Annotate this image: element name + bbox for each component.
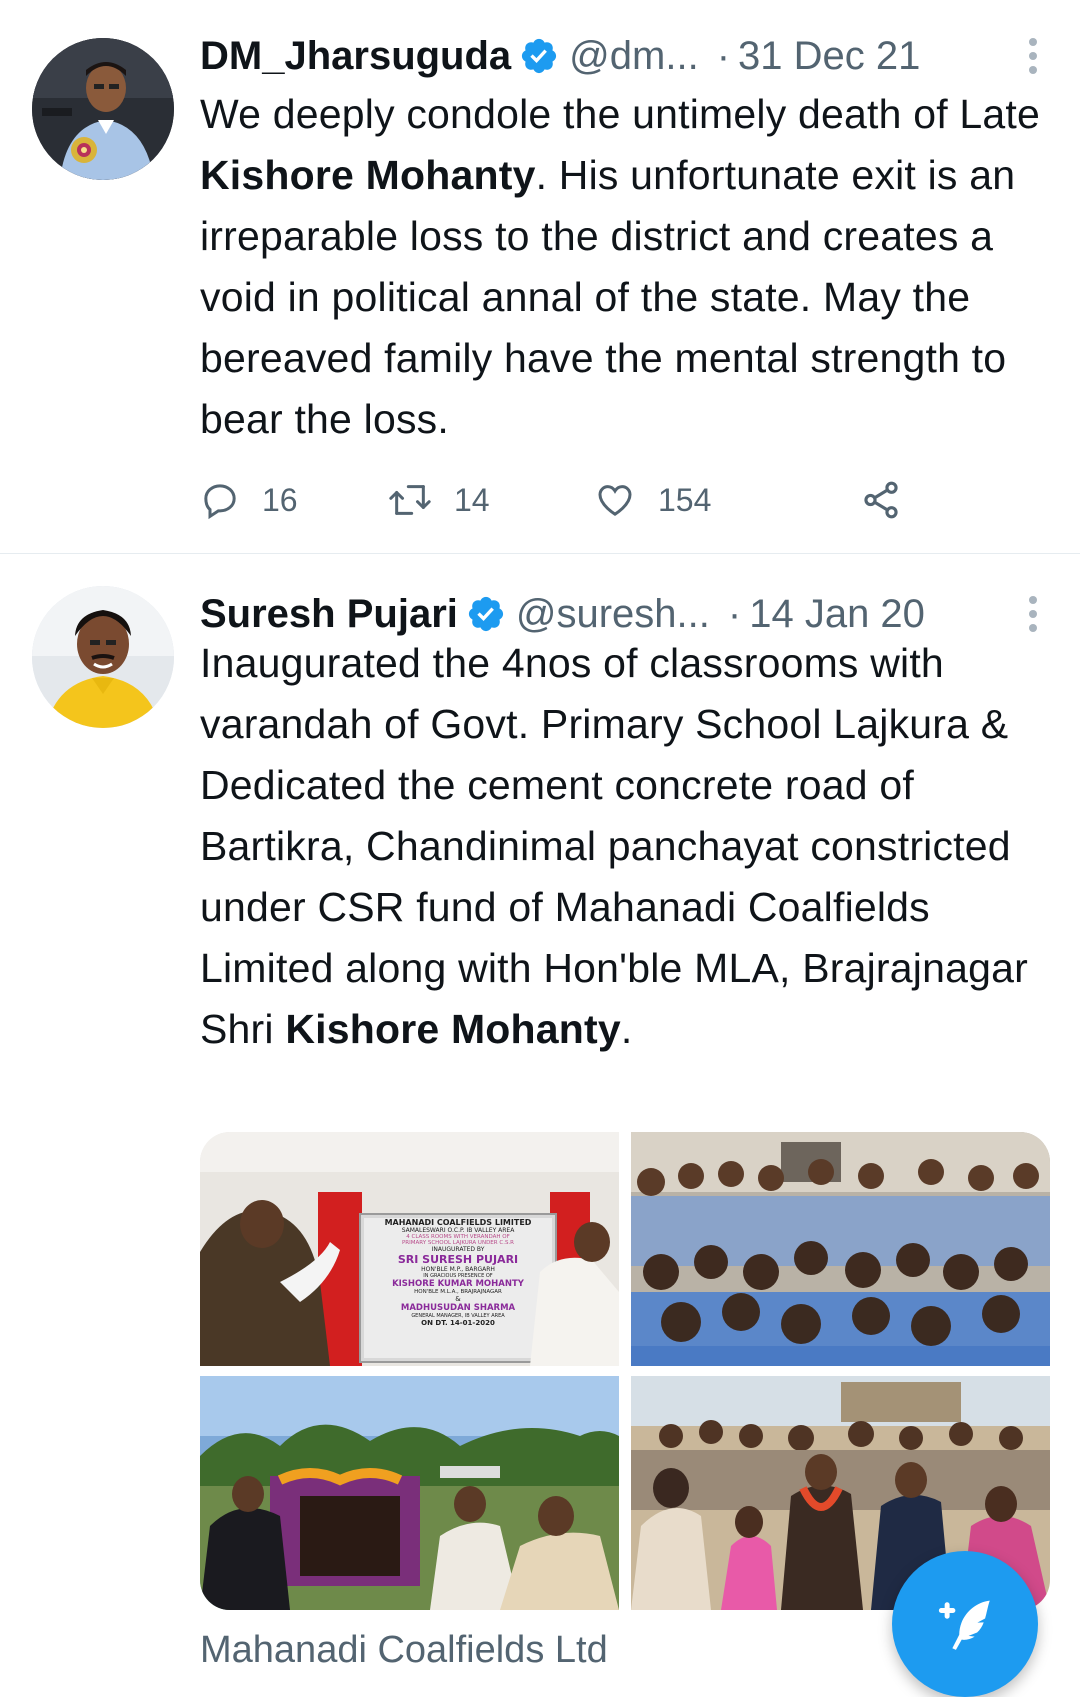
retweet-count: 14 — [454, 481, 490, 518]
tweet-date[interactable]: 14 Jan 20 — [749, 592, 925, 637]
retweet-button[interactable]: 14 — [388, 475, 490, 525]
verified-badge-icon — [468, 596, 503, 632]
reply-button[interactable]: 16 — [200, 475, 298, 525]
plaque-line: MADHUSUDAN SHARMA — [400, 1303, 516, 1313]
author-name[interactable]: DM_Jharsuguda — [200, 34, 511, 79]
like-count: 154 — [658, 481, 712, 518]
author-handle[interactable]: @suresh... — [516, 592, 710, 637]
photo-plaque-unveiling[interactable]: MAHANADI COALFIELDS LIMITED SAMALESWARI … — [200, 1132, 619, 1366]
author-name[interactable]: Suresh Pujari — [200, 592, 458, 637]
avatar[interactable] — [32, 38, 174, 180]
tweet-text: Inaugurated the 4nos of classrooms with … — [200, 640, 1028, 1052]
photo-school-children[interactable] — [631, 1132, 1050, 1366]
avatar[interactable] — [32, 586, 174, 728]
compose-tweet-button[interactable] — [892, 1551, 1038, 1697]
plaque-line: MAHANADI COALFIELDS LIMITED — [384, 1218, 532, 1227]
tweet-header: DM_Jharsuguda @dm... · 31 Dec 21 — [200, 26, 1040, 86]
verified-badge-icon — [522, 38, 557, 74]
tweet-dm-jharsuguda[interactable]: DM_Jharsuguda @dm... · 31 Dec 21 We deep… — [0, 0, 1080, 554]
plaque-line: & — [455, 1295, 461, 1303]
tweet-text: We deeply condole the untimely death of … — [200, 91, 1040, 442]
plaque-line: SRI SURESH PUJARI — [397, 1253, 519, 1266]
heart-icon — [598, 485, 632, 516]
plaque-line: KISHORE KUMAR MOHANTY — [392, 1279, 524, 1289]
retweet-icon — [389, 485, 431, 515]
plaque-line: SAMALESWARI O.C.P. IB VALLEY AREA — [401, 1227, 515, 1234]
plaque-line: ON DT. 14-01-2020 — [421, 1319, 495, 1327]
separator-dot: · — [727, 591, 742, 636]
separator-dot: · — [716, 33, 731, 78]
share-icon — [864, 481, 898, 519]
photo-road-plaque[interactable] — [200, 1376, 619, 1610]
avatar-photo — [32, 38, 174, 180]
tweet-actions: 16 14 154 — [200, 475, 920, 525]
reply-count: 16 — [262, 481, 298, 518]
tweet-suresh-pujari[interactable]: Suresh Pujari @suresh... · 14 Jan 20 Ina… — [0, 554, 1080, 1694]
source-label[interactable]: Mahanadi Coalfields Ltd — [200, 1629, 608, 1672]
plaque-line: HON'BLE M.P., BARGARH — [421, 1266, 495, 1273]
share-button[interactable] — [860, 475, 924, 525]
media-grid: MAHANADI COALFIELDS LIMITED SAMALESWARI … — [200, 1132, 1050, 1610]
author-handle[interactable]: @dm... — [569, 34, 699, 79]
like-button[interactable]: 154 — [594, 475, 711, 525]
reply-icon — [204, 484, 236, 520]
bold-mention: Kishore Mohanty — [285, 1006, 621, 1052]
plaque-line: INAUGURATED BY — [431, 1246, 485, 1253]
avatar-photo — [32, 586, 174, 728]
tweet-date[interactable]: 31 Dec 21 — [738, 34, 920, 79]
more-vertical-icon[interactable] — [1026, 38, 1040, 74]
more-vertical-icon[interactable] — [1026, 596, 1040, 632]
bold-mention: Kishore Mohanty — [200, 152, 536, 198]
compose-tweet-icon — [938, 1600, 990, 1650]
